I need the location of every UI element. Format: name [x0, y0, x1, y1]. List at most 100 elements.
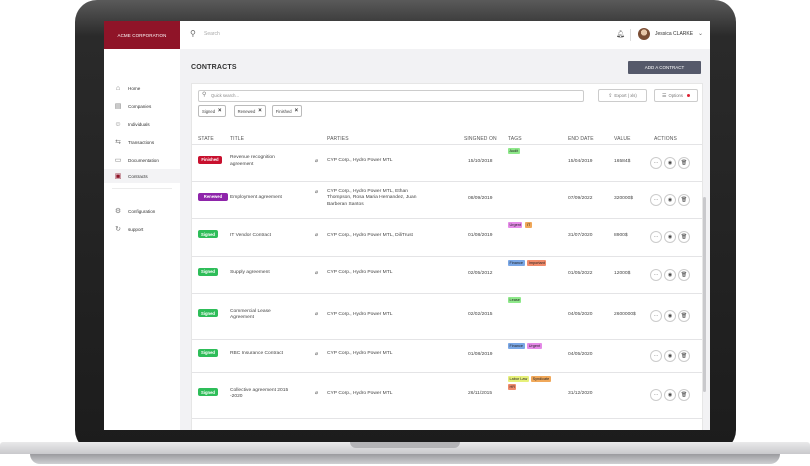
eye-icon[interactable]: ◉: [664, 349, 676, 362]
tag-important[interactable]: Important: [527, 260, 547, 266]
user-name[interactable]: Jessica CLARKE: [655, 31, 693, 37]
contract-parties-line: CYP Corp., Hydro Power MTL: [327, 158, 393, 164]
table-row[interactable]: Signed Supply agreement ⌀ CYP Corp., Hydro …: [192, 256, 702, 293]
tag-syndicate[interactable]: Syndicate: [531, 376, 551, 382]
close-icon[interactable]: ×: [258, 108, 262, 114]
tag-it[interactable]: IT: [525, 222, 532, 228]
tag-lease[interactable]: Lease: [508, 297, 522, 303]
more-options-icon[interactable]: ⋯: [650, 231, 662, 243]
scrollbar[interactable]: [703, 197, 706, 392]
tag-audit[interactable]: Audit: [508, 148, 520, 154]
table-row[interactable]: Signed Commercial Lease Agreement ⌀ CYP Corp…: [192, 293, 702, 339]
table-row[interactable]: Finished Revenue recognition agreement ⌀ CYP…: [192, 144, 702, 181]
filter-chip-renewed[interactable]: Renewed ×: [233, 105, 266, 117]
tag-labor-law[interactable]: Labor Law: [508, 376, 529, 382]
more-options-icon[interactable]: ⋯: [650, 268, 662, 281]
column-header-signed-on[interactable]: SINGNED ON: [464, 136, 497, 142]
column-header-title[interactable]: TITLE: [230, 136, 244, 142]
more-options-icon[interactable]: ⋯: [650, 193, 662, 206]
trash-icon[interactable]: 🗑︎: [678, 349, 690, 362]
paperclip-icon[interactable]: ⌀: [315, 312, 318, 318]
contract-parties: CYP Corp., Hydro Power MTL: [327, 312, 392, 318]
laptop-lip: [30, 454, 780, 464]
brand-logo[interactable]: ACME CORPORATION: [104, 21, 180, 49]
eye-icon[interactable]: ◉: [664, 268, 676, 281]
global-search-input[interactable]: Search: [204, 31, 220, 37]
search-icon: ⚲: [202, 92, 207, 98]
tag-hr[interactable]: HR: [508, 384, 517, 390]
paperclip-icon[interactable]: ⌀: [315, 159, 318, 165]
search-icon[interactable]: ⚲: [190, 29, 196, 38]
end-date: 04/05/2020: [568, 312, 593, 317]
eye-icon[interactable]: ◉: [664, 310, 676, 322]
sidebar-item-documentation[interactable]: ▭ Documentation: [104, 153, 180, 167]
table-row[interactable]: Signed IT Vendor Contract ⌀ CYP Corp., Hydr…: [192, 218, 702, 256]
avatar[interactable]: [638, 28, 650, 40]
sidebar-item-configuration[interactable]: ⚙ Configuration: [104, 204, 180, 218]
eye-icon[interactable]: ◉: [664, 389, 676, 401]
chevron-down-icon[interactable]: ⌄: [698, 30, 703, 37]
tag-finance[interactable]: Finance: [508, 343, 525, 349]
column-header-end-date[interactable]: END DATE: [568, 136, 594, 142]
tag-finance[interactable]: Finance: [508, 260, 525, 266]
trash-icon[interactable]: 🗑︎: [678, 231, 690, 243]
tag-urgent[interactable]: Urgent: [527, 343, 542, 349]
close-icon[interactable]: ×: [295, 108, 299, 114]
trash-icon[interactable]: 🗑︎: [678, 193, 690, 206]
column-header-tags[interactable]: TAGS: [508, 136, 522, 142]
column-header-parties[interactable]: PARTIES: [327, 136, 349, 142]
bell-icon[interactable]: 🔔︎: [616, 30, 625, 38]
export-label: Export ( xls): [614, 93, 637, 98]
paperclip-icon[interactable]: ⌀: [315, 271, 318, 277]
add-contract-button[interactable]: ADD A CONTRACT: [628, 61, 701, 74]
contract-title[interactable]: IT Vendor Contract: [230, 233, 271, 239]
column-header-state[interactable]: STATE: [198, 136, 214, 142]
tag-urgent[interactable]: Urgent: [508, 222, 523, 228]
table-row[interactable]: Signed Collective agreement 2015 -2020 ⌀ CYP…: [192, 372, 702, 418]
trash-icon[interactable]: 🗑︎: [678, 156, 690, 169]
app-screen: ACME CORPORATION ⌂ Home ▤ Companies ☺ Individ…: [104, 21, 710, 430]
sidebar: ⌂ Home ▤ Companies ☺ Individuals ⇆ Transactions…: [104, 49, 181, 430]
filter-chip-finished[interactable]: Finished ×: [271, 105, 303, 117]
paperclip-icon[interactable]: ⌀: [315, 233, 318, 239]
trash-icon[interactable]: 🗑︎: [678, 268, 690, 281]
close-icon[interactable]: ×: [218, 108, 222, 114]
contract-title[interactable]: Employment agreement: [230, 195, 282, 201]
column-header-value[interactable]: VALUE: [614, 136, 631, 142]
paperclip-icon[interactable]: ⌀: [315, 391, 318, 397]
sidebar-item-support[interactable]: ↻ support: [104, 222, 180, 236]
contract-title[interactable]: Revenue recognition agreement: [230, 155, 275, 168]
more-options-icon[interactable]: ⋯: [650, 389, 662, 401]
table-row[interactable]: Renewed Employment agreement ⌀ CYP Corp., H…: [192, 181, 702, 218]
more-options-icon[interactable]: ⋯: [650, 156, 662, 169]
status-badge: Signed: [198, 388, 218, 396]
paperclip-icon[interactable]: ⌀: [315, 190, 318, 196]
sidebar-item-individuals[interactable]: ☺ Individuals: [104, 117, 180, 131]
sidebar-item-home[interactable]: ⌂ Home: [104, 81, 180, 95]
sidebar-item-label: Documentation: [128, 157, 159, 163]
contract-title[interactable]: Supply agreement: [230, 270, 270, 276]
eye-icon[interactable]: ◉: [664, 231, 676, 243]
trash-icon[interactable]: 🗑︎: [678, 389, 690, 401]
eye-icon[interactable]: ◉: [664, 193, 676, 206]
end-date: 01/05/2022: [568, 270, 593, 276]
contract-title-line: Supply agreement: [230, 270, 270, 276]
contract-title[interactable]: Commercial Lease Agreement: [230, 309, 271, 322]
contract-title[interactable]: RBC Insurance Contract: [230, 351, 283, 357]
table-row[interactable]: Signed RBC Insurance Contract ⌀ CYP Corp., …: [192, 339, 702, 372]
trash-icon[interactable]: 🗑︎: [678, 310, 690, 322]
sidebar-item-contracts[interactable]: ▣ Contracts: [104, 169, 180, 183]
signed-date: 26/11/2015: [468, 391, 493, 396]
contract-title[interactable]: Collective agreement 2015 -2020: [230, 388, 288, 401]
contract-title-line: agreement: [230, 161, 254, 167]
sidebar-item-transactions[interactable]: ⇆ Transactions: [104, 135, 180, 149]
eye-icon[interactable]: ◉: [664, 156, 676, 169]
more-options-icon[interactable]: ⋯: [650, 310, 662, 322]
quick-search-input[interactable]: ⚲ Quick search...: [198, 90, 584, 102]
more-options-icon[interactable]: ⋯: [650, 349, 662, 362]
filter-chip-signed[interactable]: Signed ×: [198, 105, 226, 117]
sidebar-item-companies[interactable]: ▤ Companies: [104, 99, 180, 113]
paperclip-icon[interactable]: ⌀: [315, 352, 318, 358]
export-button[interactable]: ⇪ Export ( xls): [598, 89, 647, 102]
options-button[interactable]: ☰ Options: [654, 89, 698, 102]
